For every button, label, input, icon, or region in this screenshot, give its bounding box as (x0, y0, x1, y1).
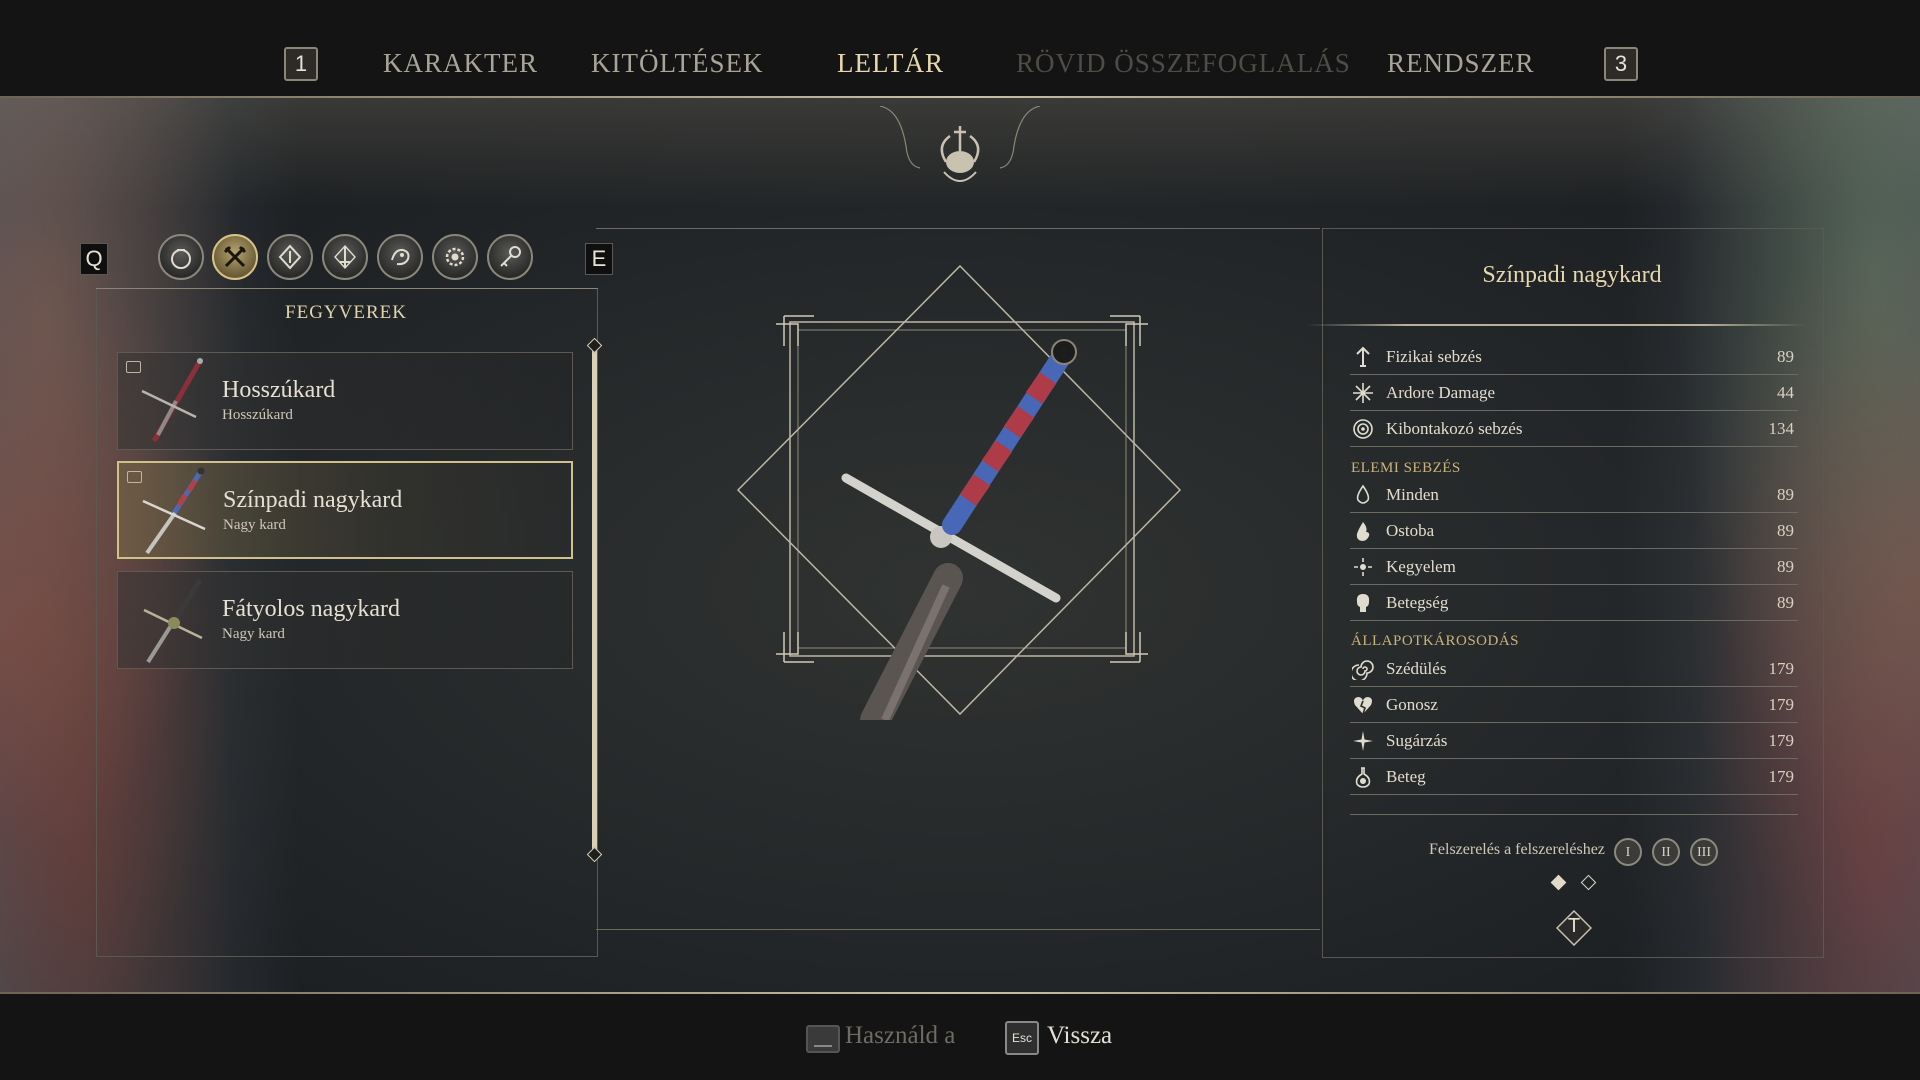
spiral-icon (1352, 660, 1374, 680)
stat-row-beteg: Beteg 179 (1350, 760, 1798, 795)
stat-row-ardore-damage: Ardore Damage 44 (1350, 376, 1798, 411)
item-row-hosszukard[interactable]: Hosszúkard Hosszúkard (117, 352, 573, 450)
longsword-thumbnail-icon (141, 358, 203, 443)
stat-row-ostoba: Ostoba 89 (1350, 514, 1798, 549)
equip-slot-1[interactable]: I (1614, 838, 1642, 866)
burst-icon (1353, 731, 1373, 751)
stat-value: 179 (1768, 731, 1795, 750)
sparkle-cross-icon (1353, 383, 1373, 403)
stat-label: Kegyelem (1386, 557, 1456, 576)
flask-icon (1355, 767, 1371, 788)
equip-label: Felszerelés a felszereléshez (1429, 841, 1605, 858)
stat-row-szedules: Szédülés 179 (1350, 652, 1798, 687)
category-title: FEGYVEREK (285, 302, 407, 323)
stat-value: 89 (1777, 557, 1794, 576)
item-detail-title: Színpadi nagykard (1482, 262, 1662, 288)
stat-label: Gonosz (1386, 695, 1438, 714)
item-row-szinpadi-nagykard[interactable]: Színpadi nagykard Nagy kard (117, 461, 573, 559)
stat-label: Betegség (1386, 593, 1449, 612)
back-prompt[interactable]: Vissza (1047, 1022, 1112, 1050)
stat-row-fizikai-sebzes: Fizikai sebzés 89 (1350, 340, 1798, 375)
stat-value: 179 (1768, 659, 1795, 678)
status-effects-label: ÁLLAPOTKÁROSODÁS (1351, 633, 1520, 649)
equip-slot-2[interactable]: II (1652, 838, 1680, 866)
item-type: Nagy kard (222, 626, 285, 642)
concentric-circles-icon (1353, 419, 1373, 439)
stat-label: Fizikai sebzés (1386, 347, 1482, 366)
stat-label: Sugárzás (1386, 731, 1448, 750)
equip-divider (1350, 814, 1798, 815)
toggle-detail-key[interactable]: T (1556, 910, 1592, 946)
stat-value: 89 (1777, 485, 1794, 504)
item-type: Nagy kard (223, 517, 286, 533)
prev-tab-key[interactable]: 1 (284, 47, 318, 81)
category-creature-icon[interactable] (377, 234, 423, 280)
item-name: Fátyolos nagykard (222, 596, 400, 622)
arrow-up-icon (1356, 346, 1370, 367)
spacebar-key-icon (806, 1025, 840, 1053)
use-prompt[interactable]: Használd a (845, 1022, 955, 1050)
category-bag-icon[interactable] (158, 234, 204, 280)
skull-icon (1356, 594, 1370, 612)
stat-label: Beteg (1386, 767, 1426, 786)
stat-label: Kibontakozó sebzés (1386, 419, 1523, 438)
stat-row-kegyelem: Kegyelem 89 (1350, 550, 1798, 585)
stat-value: 89 (1777, 347, 1794, 366)
prev-category-key[interactable]: Q (80, 243, 108, 275)
category-sword-emblem-icon[interactable] (322, 234, 368, 280)
weapon-preview (736, 264, 1182, 720)
stat-label: Minden (1386, 485, 1439, 504)
category-armor-icon[interactable] (267, 234, 313, 280)
equip-slot-3[interactable]: III (1690, 838, 1718, 866)
broken-heart-icon (1354, 697, 1372, 715)
stage-greatsword-thumbnail-icon (142, 467, 206, 555)
veiled-greatsword-thumbnail-icon (143, 578, 203, 664)
stat-value: 179 (1768, 767, 1795, 786)
category-gear-ring-icon[interactable] (432, 234, 478, 280)
stat-row-sugarzas: Sugárzás 179 (1350, 724, 1798, 759)
stat-value: 44 (1777, 383, 1794, 402)
stat-label: Szédülés (1386, 659, 1447, 678)
tab-kitoltesek[interactable]: KITÖLTÉSEK (591, 48, 764, 79)
stat-value: 89 (1777, 593, 1794, 612)
item-name: Hosszúkard (222, 377, 336, 403)
ornament-emblem-icon (880, 106, 1040, 182)
stat-row-kibontakozo-sebzes: Kibontakozó sebzés 134 (1350, 412, 1798, 447)
bottom-prompt-bar (0, 994, 1920, 1080)
stage-greatsword-icon (841, 339, 1077, 720)
next-tab-key[interactable]: 3 (1604, 47, 1638, 81)
stat-row-gonosz: Gonosz 179 (1350, 688, 1798, 723)
flame-icon (1356, 522, 1370, 541)
stat-label: Ostoba (1386, 521, 1435, 540)
elemental-damage-label: ELEMI SEBZÉS (1351, 460, 1461, 476)
tab-karakter[interactable]: KARAKTER (383, 48, 538, 79)
title-divider (1306, 324, 1806, 326)
stat-value: 179 (1768, 695, 1795, 714)
tab-rovid-osszefoglalas[interactable]: RÖVID ÖSSZEFOGLALÁS (1016, 48, 1351, 79)
frame-corner-ornaments (776, 315, 1148, 663)
orbit-icon (1354, 558, 1372, 576)
item-row-fatyolos-nagykard[interactable]: Fátyolos nagykard Nagy kard (117, 571, 573, 669)
stat-row-minden: Minden 89 (1350, 478, 1798, 513)
stat-label: Ardore Damage (1386, 383, 1496, 402)
stat-value: 89 (1777, 521, 1794, 540)
top-navigation-bar: 1 KARAKTER KITÖLTÉSEK LELTÁR RÖVID ÖSSZE… (0, 0, 1920, 98)
item-type: Hosszúkard (222, 407, 293, 423)
category-key-icon[interactable] (487, 234, 533, 280)
stat-value: 134 (1768, 419, 1795, 438)
drop-icon (1356, 484, 1370, 504)
toggle-detail-key-label: T (1567, 915, 1581, 937)
esc-key[interactable]: Esc (1005, 1021, 1039, 1055)
item-name: Színpadi nagykard (223, 487, 403, 513)
stat-row-betegseg: Betegség 89 (1350, 586, 1798, 621)
tab-leltar[interactable]: LELTÁR (837, 48, 944, 79)
tab-rendszer[interactable]: RENDSZER (1387, 48, 1535, 79)
category-weapons-icon[interactable] (212, 234, 258, 280)
